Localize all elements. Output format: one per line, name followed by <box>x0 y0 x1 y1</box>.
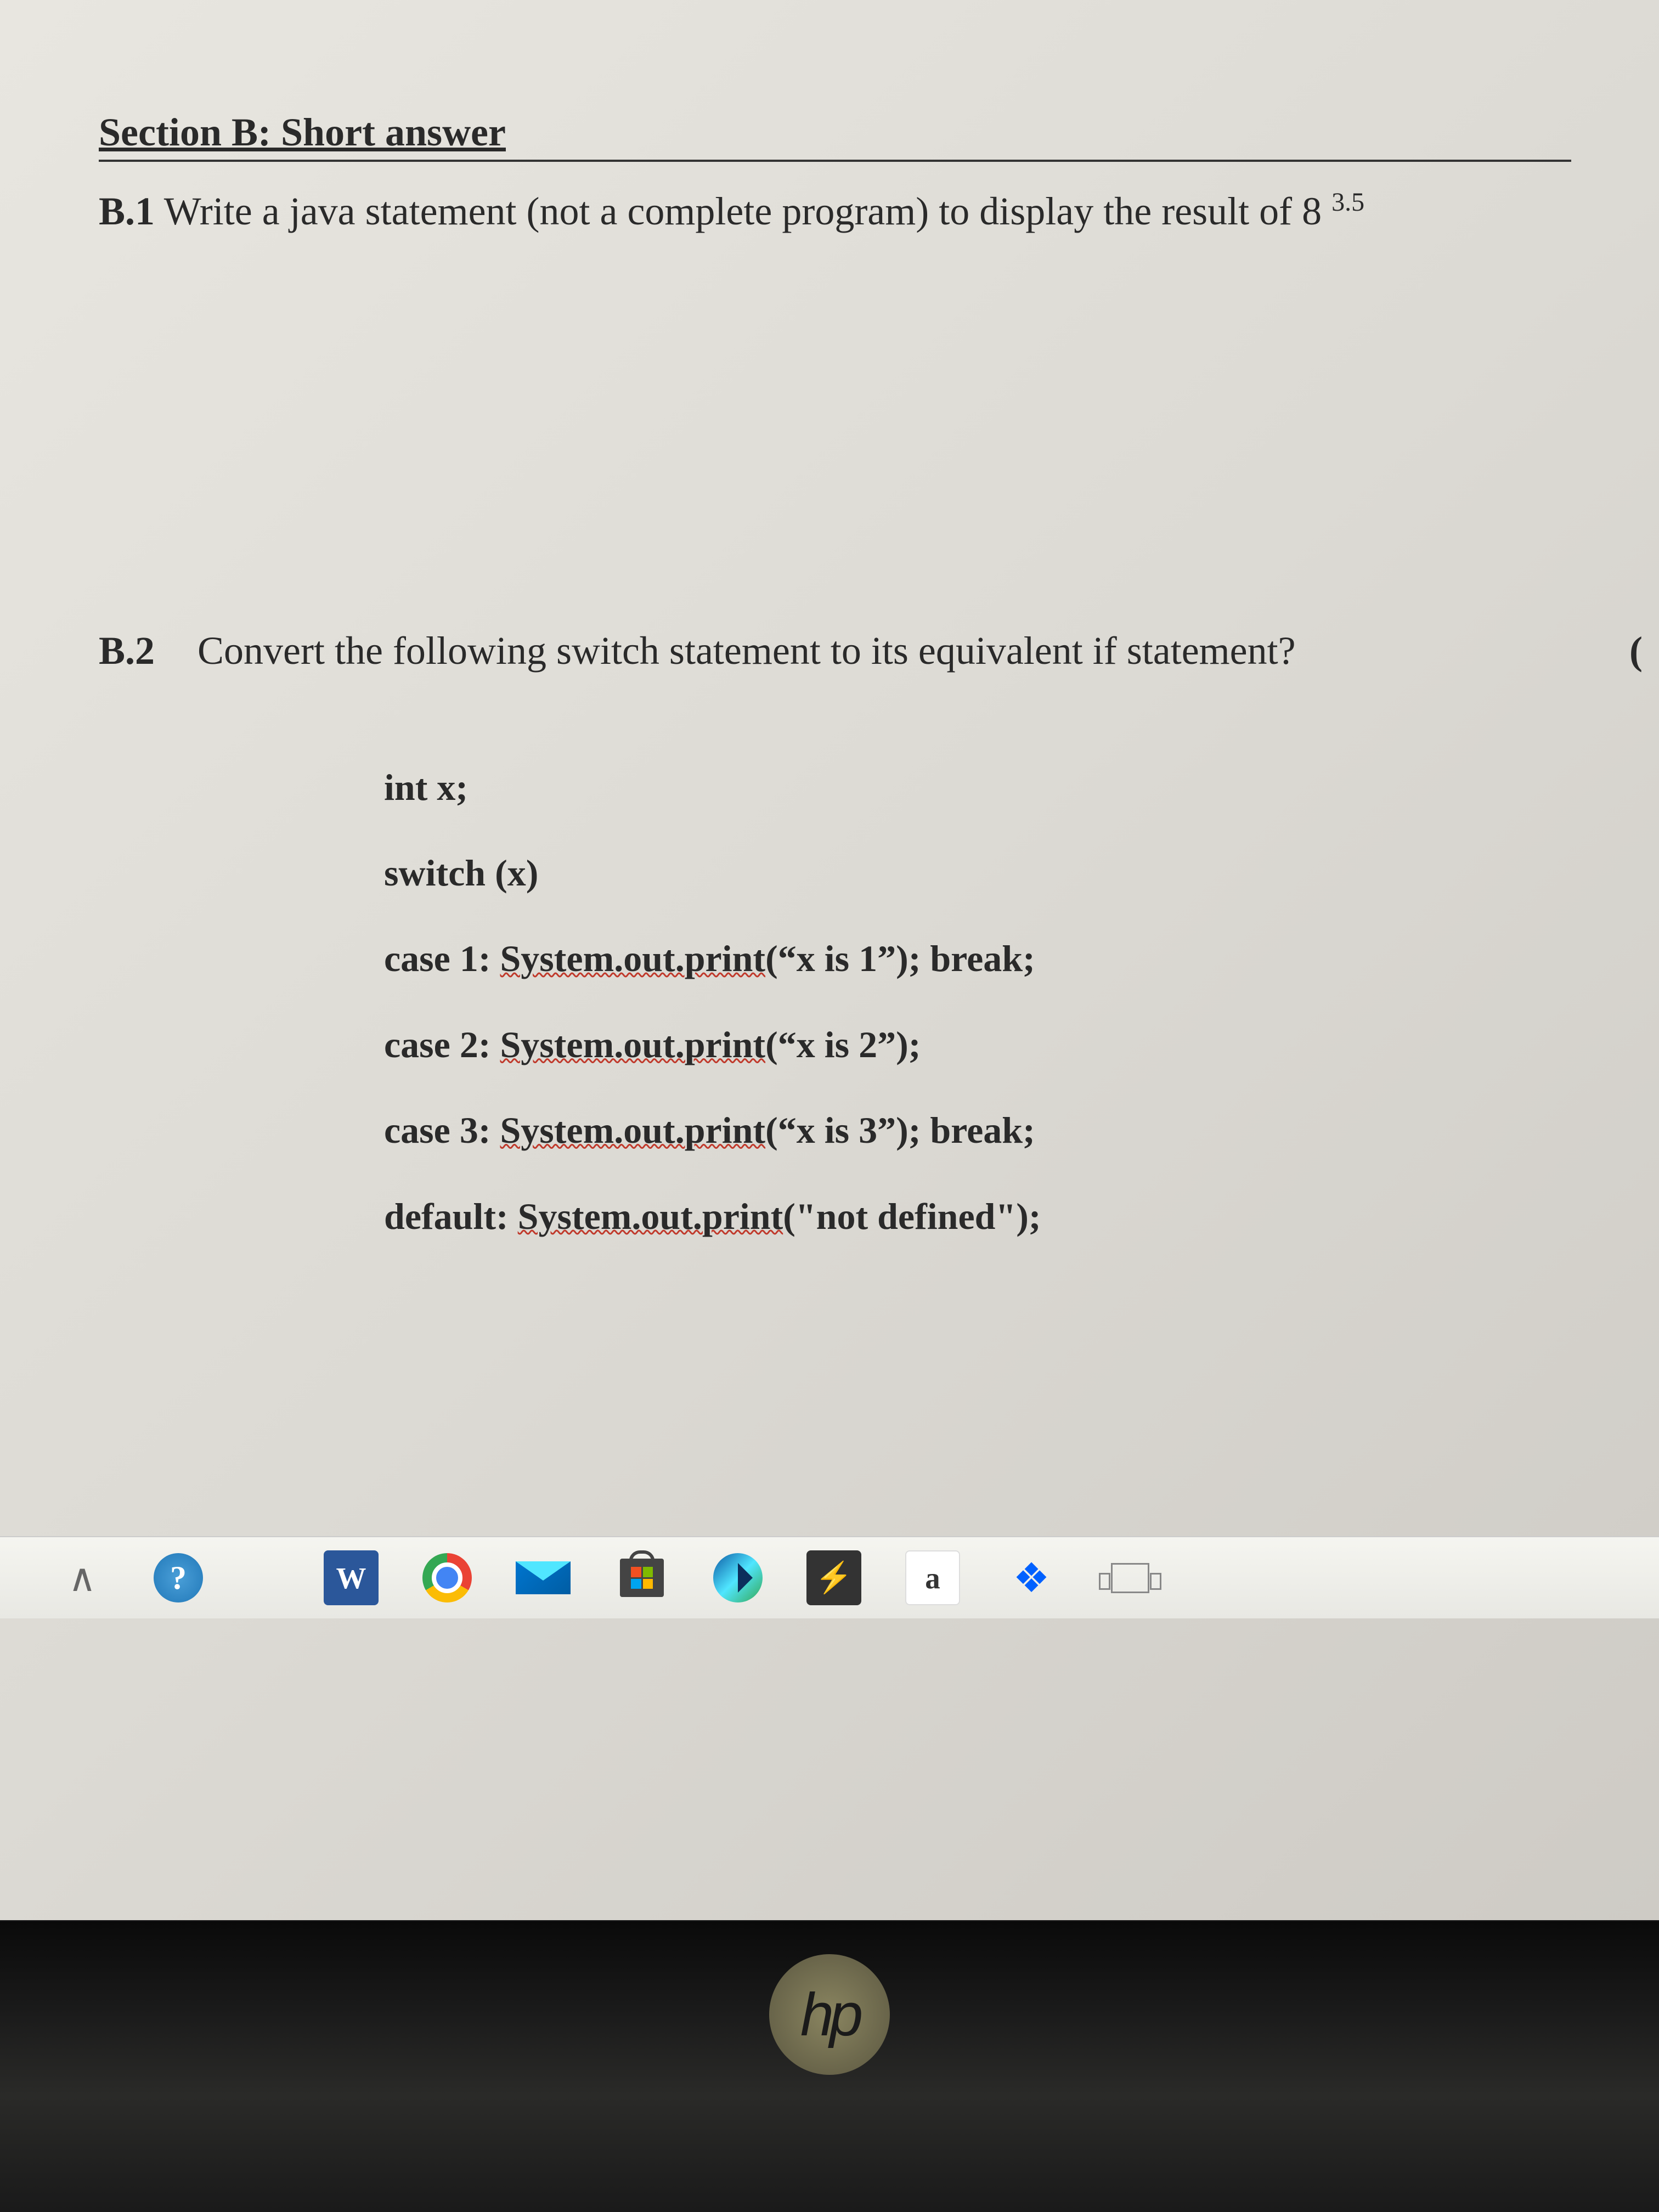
q1-exponent: 3.5 <box>1331 188 1364 217</box>
code5-mid: System.out.print <box>500 1109 765 1151</box>
taskview-icon[interactable] <box>1103 1550 1158 1605</box>
q2-label: B.2 <box>99 629 155 673</box>
chrome-icon[interactable] <box>422 1553 472 1602</box>
code-line-5: case 3: System.out.print(“x is 3”); brea… <box>384 1087 1571 1173</box>
dropbox-icon[interactable]: ❖ <box>1004 1550 1059 1605</box>
code-block: int x; switch (x) case 1: System.out.pri… <box>384 744 1571 1259</box>
code6-pre: default: <box>384 1195 518 1237</box>
q2-paren: ( <box>1629 623 1643 679</box>
q1-label: B.1 <box>99 189 155 233</box>
document-page: Section B: Short answer B.1 Write a java… <box>0 0 1659 1314</box>
section-header: Section B: Short answer <box>99 110 1571 162</box>
code4-post: (“x is 2”); <box>765 1024 921 1065</box>
code4-mid: System.out.print <box>500 1024 765 1065</box>
chevron-up-icon[interactable]: ∧ <box>55 1550 110 1605</box>
code3-post: (“x is 1”); break; <box>765 938 1035 979</box>
code6-post: ("not defined"); <box>783 1195 1041 1237</box>
code-line-6: default: System.out.print("not defined")… <box>384 1173 1571 1259</box>
edge-icon[interactable] <box>713 1553 763 1602</box>
bolt-icon[interactable]: ⚡ <box>806 1550 861 1605</box>
store-icon[interactable] <box>614 1550 669 1605</box>
question-b1: B.1 Write a java statement (not a comple… <box>99 184 1571 239</box>
code-line-1: int x; <box>384 744 1571 830</box>
code6-mid: System.out.print <box>518 1195 783 1237</box>
screen-area: Section B: Short answer B.1 Write a java… <box>0 0 1659 1920</box>
q2-text: Convert the following switch statement t… <box>198 629 1296 673</box>
code5-pre: case 3: <box>384 1109 500 1151</box>
code-line-2: switch (x) <box>384 830 1571 916</box>
q1-text: Write a java statement (not a complete p… <box>164 189 1322 233</box>
amazon-icon[interactable]: a <box>905 1550 960 1605</box>
word-icon[interactable]: W <box>324 1550 379 1605</box>
code3-pre: case 1: <box>384 938 500 979</box>
laptop-bezel: hp <box>0 1921 1659 2212</box>
help-icon[interactable]: ? <box>154 1553 203 1602</box>
code-line-3: case 1: System.out.print(“x is 1”); brea… <box>384 916 1571 1001</box>
code3-mid: System.out.print <box>500 938 765 979</box>
question-b2: B.2 Convert the following switch stateme… <box>99 623 1571 679</box>
code4-pre: case 2: <box>384 1024 500 1065</box>
mail-icon[interactable] <box>516 1550 571 1605</box>
hp-logo: hp <box>769 1954 890 2075</box>
code-line-4: case 2: System.out.print(“x is 2”); <box>384 1002 1571 1087</box>
taskbar: ∧ ? W ⚡ a ❖ <box>0 1536 1659 1618</box>
code5-post: (“x is 3”); break; <box>765 1109 1035 1151</box>
